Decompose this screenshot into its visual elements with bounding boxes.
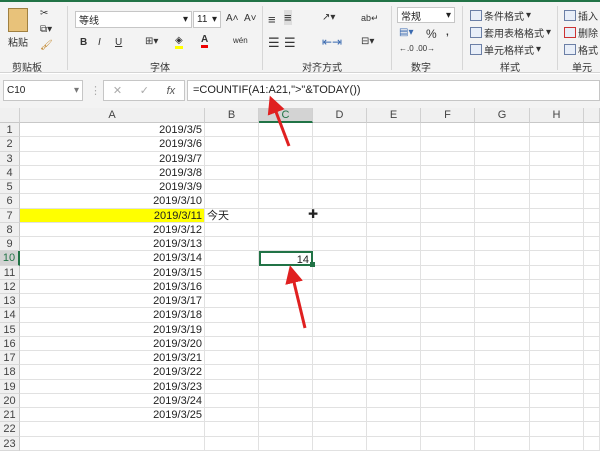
annotation-arrows [267, 95, 307, 329]
red-arrow [267, 95, 291, 147]
red-arrow [285, 265, 307, 329]
